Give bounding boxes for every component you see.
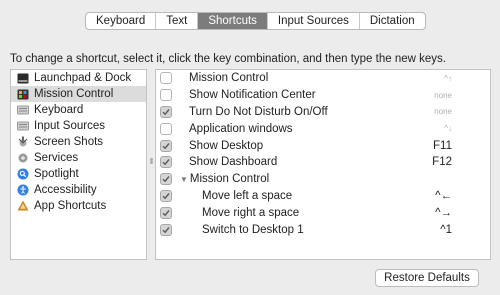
restore-defaults-button[interactable]: Restore Defaults [375, 269, 479, 287]
category-app-shortcuts[interactable]: App Shortcuts [11, 198, 146, 214]
shortcut-key[interactable]: ^↑ [444, 74, 452, 83]
category-list[interactable]: Launchpad & Dock Mission Control Keyboard I… [10, 69, 147, 260]
shortcut-checkbox[interactable] [160, 122, 172, 135]
checkmark-icon [162, 159, 170, 166]
shortcut-key[interactable]: ^↓ [444, 124, 452, 133]
shortcut-key[interactable]: ^→ [435, 207, 452, 219]
category-mission-control[interactable]: Mission Control [11, 86, 146, 102]
shortcut-key[interactable]: F12 [432, 156, 452, 168]
shortcut-checkbox[interactable] [160, 206, 172, 219]
shortcut-row[interactable]: Move left a space ^← [156, 188, 490, 205]
shortcut-key[interactable]: ^1 [440, 224, 452, 236]
shortcut-label: Switch to Desktop 1 [202, 223, 304, 236]
shortcut-key[interactable]: none [434, 107, 452, 116]
shortcut-row[interactable]: Application windows ^↓ [156, 120, 490, 137]
shortcut-checkbox[interactable] [160, 156, 172, 169]
checkmark-icon [162, 193, 170, 200]
launchpad-dock-icon [17, 73, 29, 84]
shortcut-row[interactable]: Move right a space ^→ [156, 204, 490, 221]
input-sources-icon [17, 121, 29, 132]
shortcut-row[interactable]: Mission Control ^↑ [156, 70, 490, 87]
shortcut-label: Turn Do Not Disturb On/Off [189, 105, 328, 118]
shortcut-row[interactable]: Show Desktop F11 [156, 137, 490, 154]
shortcut-key[interactable]: none [434, 91, 452, 100]
shortcut-checkbox[interactable] [160, 89, 172, 102]
category-screen-shots[interactable]: Screen Shots [11, 134, 146, 150]
category-label: Services [34, 152, 79, 164]
shortcut-label: Application windows [189, 122, 293, 135]
shortcut-label: Show Dashboard [189, 156, 278, 169]
tab-bar: Keyboard Text Shortcuts Input Sources Dictat… [85, 12, 426, 30]
shortcut-row[interactable]: Switch to Desktop 1 ^1 [156, 221, 490, 238]
shortcut-checkbox[interactable] [160, 105, 172, 118]
category-label: Keyboard [34, 104, 84, 116]
category-spotlight[interactable]: Spotlight [11, 166, 146, 182]
tab-keyboard[interactable]: Keyboard [86, 13, 157, 29]
category-services[interactable]: Services [11, 150, 146, 166]
mission-control-icon [17, 89, 29, 100]
keyboard-icon [17, 105, 29, 116]
category-label: Spotlight [34, 168, 79, 180]
shortcut-label: Show Desktop [189, 139, 264, 152]
category-label: Launchpad & Dock [34, 72, 132, 84]
shortcut-label: Show Notification Center [189, 89, 316, 102]
accessibility-icon [17, 184, 29, 196]
shortcut-key[interactable]: F11 [433, 140, 452, 152]
category-label: App Shortcuts [34, 200, 107, 212]
shortcut-checkbox[interactable] [160, 189, 172, 202]
shortcut-group-label: Mission Control [189, 173, 270, 186]
gear-icon [17, 153, 29, 164]
checkmark-icon [162, 209, 170, 216]
shortcut-row[interactable]: Turn Do Not Disturb On/Off none [156, 104, 490, 121]
shortcut-label: ▼ Mission Control [180, 173, 269, 185]
instructions-text: To change a shortcut, select it, click t… [10, 53, 446, 65]
shortcut-row[interactable]: Show Notification Center none [156, 87, 490, 104]
tab-shortcuts[interactable]: Shortcuts [198, 13, 268, 29]
shortcut-checkbox[interactable] [160, 139, 172, 152]
checkmark-icon [162, 142, 170, 149]
tab-input-sources[interactable]: Input Sources [268, 13, 360, 29]
shortcut-checkbox[interactable] [160, 72, 172, 85]
category-keyboard[interactable]: Keyboard [11, 102, 146, 118]
app-shortcuts-icon [17, 200, 29, 212]
spotlight-icon [17, 168, 29, 180]
shortcut-key[interactable]: ^← [435, 190, 452, 202]
tab-dictation[interactable]: Dictation [360, 13, 425, 29]
category-label: Screen Shots [34, 136, 104, 148]
disclosure-triangle-icon[interactable]: ▼ [180, 175, 188, 184]
category-label: Input Sources [34, 120, 105, 132]
checkmark-icon [162, 109, 170, 116]
category-input-sources[interactable]: Input Sources [11, 118, 146, 134]
category-label: Accessibility [34, 184, 97, 196]
shortcut-label: Mission Control [189, 72, 269, 85]
shortcut-group-row[interactable]: ▼ Mission Control [156, 171, 490, 188]
shortcut-list[interactable]: Mission Control ^↑ Show Notification Cente… [155, 69, 491, 260]
tab-text[interactable]: Text [156, 13, 199, 29]
category-launchpad-dock[interactable]: Launchpad & Dock [11, 70, 146, 86]
checkmark-icon [162, 176, 170, 183]
category-label: Mission Control [34, 88, 114, 100]
shortcut-checkbox[interactable] [160, 173, 172, 186]
category-accessibility[interactable]: Accessibility [11, 182, 146, 198]
splitter-handle[interactable] [149, 158, 153, 164]
shortcut-label: Move left a space [202, 189, 293, 202]
shortcut-label: Move right a space [202, 206, 300, 219]
screenshot-icon [17, 136, 29, 148]
checkmark-icon [162, 226, 170, 233]
shortcut-checkbox[interactable] [160, 223, 172, 236]
shortcut-row[interactable]: Show Dashboard F12 [156, 154, 490, 171]
